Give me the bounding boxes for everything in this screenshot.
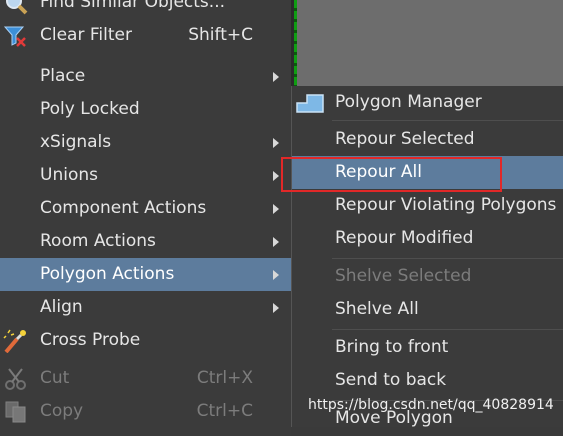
menu-item-label: Copy: [40, 401, 84, 421]
shortcut-text: Shift+C: [188, 25, 253, 45]
menu-item-label: Cut: [40, 368, 70, 388]
menu-item-poly-locked[interactable]: Poly Locked: [0, 93, 291, 126]
menu-item-label: Polygon Actions: [40, 264, 175, 284]
menu-item-label: Room Actions: [40, 231, 156, 251]
submenu-item-shelve-all[interactable]: Shelve All: [292, 293, 563, 326]
submenu-item-label: Repour All: [335, 162, 422, 182]
submenu-item-label: Repour Violating Polygons: [335, 195, 557, 215]
menu-item-cut[interactable]: Cut Ctrl+X: [0, 362, 291, 395]
menu-item-label: Find Similar Objects...: [40, 0, 225, 12]
magnifier-icon: [6, 0, 28, 15]
menu-item-label: Unions: [40, 165, 98, 185]
submenu-arrow-icon: [273, 138, 279, 148]
submenu-item-label: Repour Modified: [335, 228, 474, 248]
menu-item-polygon-actions[interactable]: Polygon Actions: [0, 258, 291, 291]
submenu-arrow-icon: [273, 237, 279, 247]
menu-item-label: Cross Probe: [40, 330, 141, 350]
shortcut-text: Ctrl+X: [196, 368, 253, 388]
separator: [332, 120, 563, 121]
menu-item-component-actions[interactable]: Component Actions: [0, 192, 291, 225]
submenu-item-label: Repour Selected: [335, 129, 475, 149]
menu-item-label: xSignals: [40, 132, 112, 152]
submenu-item-polygon-manager[interactable]: Polygon Manager: [292, 86, 563, 119]
menu-item-label: Component Actions: [40, 198, 207, 218]
menu-item-align[interactable]: Align: [0, 291, 291, 324]
submenu-arrow-icon: [273, 171, 279, 181]
menu-item-label: Place: [40, 66, 86, 86]
submenu-arrow-icon: [273, 303, 279, 313]
menu-item-xsignals[interactable]: xSignals: [0, 126, 291, 159]
menu-item-room-actions[interactable]: Room Actions: [0, 225, 291, 258]
submenu-arrow-icon: [273, 270, 279, 280]
submenu-item-label: Shelve Selected: [335, 266, 472, 286]
menu-item-place[interactable]: Place: [0, 60, 291, 93]
pcb-canvas: [291, 0, 563, 86]
submenu-item-repour-selected[interactable]: Repour Selected: [292, 123, 563, 156]
copy-icon: [5, 401, 26, 423]
submenu-item-repour-modified[interactable]: Repour Modified: [292, 222, 563, 255]
clear-filter-icon: [3, 26, 26, 47]
submenu-item-repour-violating-polygons[interactable]: Repour Violating Polygons: [292, 189, 563, 222]
separator: [332, 329, 563, 330]
submenu-item-repour-all[interactable]: Repour All: [292, 156, 563, 189]
watermark-text: https://blog.csdn.net/qq_40828914: [308, 397, 554, 413]
submenu-arrow-icon: [273, 204, 279, 214]
cross-probe-icon: [3, 329, 26, 353]
menu-item-label: Poly Locked: [40, 99, 140, 119]
submenu-item-label: Shelve All: [335, 299, 419, 319]
submenu-item-label: Bring to front: [335, 337, 449, 357]
context-menu: Find Similar Objects... Clear Filter Shi…: [0, 0, 291, 436]
shortcut-text: Ctrl+C: [196, 401, 253, 421]
submenu-item-bring-to-front[interactable]: Bring to front: [292, 331, 563, 364]
green-track-line: [294, 0, 297, 86]
menu-item-unions[interactable]: Unions: [0, 159, 291, 192]
menu-item-clear-filter[interactable]: Clear Filter Shift+C: [0, 19, 291, 52]
submenu-item-shelve-selected[interactable]: Shelve Selected: [292, 260, 563, 293]
menu-item-cross-probe[interactable]: Cross Probe: [0, 324, 291, 357]
submenu-item-label: Polygon Manager: [335, 92, 482, 112]
submenu-item-label: Send to back: [335, 370, 447, 390]
menu-item-find-similar-objects[interactable]: Find Similar Objects...: [0, 0, 291, 19]
menu-item-label: Align: [40, 297, 83, 317]
submenu-arrow-icon: [273, 72, 279, 82]
submenu-item-send-to-back[interactable]: Send to back: [292, 364, 563, 397]
scissors-icon: [5, 368, 26, 390]
polygon-icon: [296, 94, 324, 113]
polygon-actions-submenu: Polygon Manager Repour Selected Repour A…: [291, 86, 563, 428]
menu-item-label: Clear Filter: [40, 25, 132, 45]
menu-item-copy[interactable]: Copy Ctrl+C: [0, 395, 291, 428]
separator: [332, 258, 563, 259]
